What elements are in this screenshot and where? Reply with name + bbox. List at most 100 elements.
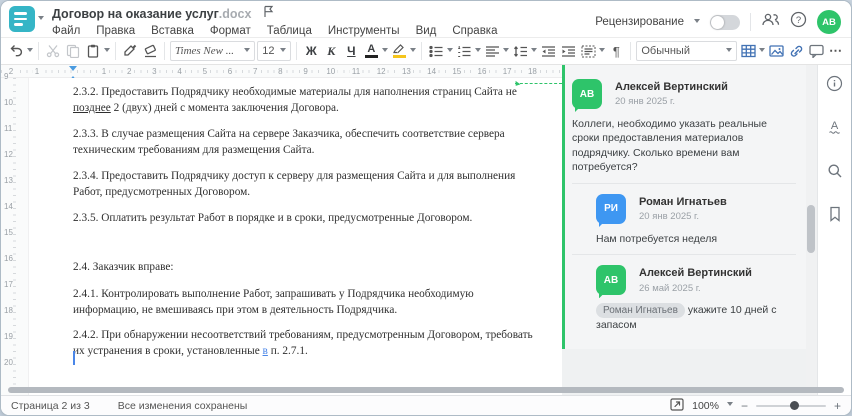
copy-style-button[interactable] [121,40,139,62]
comment-date: 26 май 2025 г. [639,282,701,294]
ruler-number: 12 [374,66,388,77]
review-caret-icon[interactable] [694,18,700,26]
document-info-icon[interactable] [826,75,843,97]
insert-table-button[interactable] [739,40,757,62]
toolbar-more-button[interactable]: ⋯ [827,40,845,62]
mention-chip[interactable]: Роман Игнатьев [596,303,685,319]
text-run: п. 2.7.1. [267,345,308,357]
undo-caret-icon[interactable] [27,47,33,55]
page-indicator[interactable]: Страница 2 из 3 [11,400,90,412]
increase-indent-button[interactable] [559,40,577,62]
zoom-in-button[interactable]: + [834,400,841,412]
insert-table-caret-icon[interactable] [759,47,765,55]
menu-item-1[interactable]: Файл [52,25,80,37]
paragraph[interactable]: 2.4. Заказчик вправе: [73,259,536,275]
paragraph-settings-caret-icon[interactable] [599,47,606,55]
insert-image-button[interactable] [767,40,785,62]
cut-button[interactable] [44,40,62,62]
highlight-caret-icon[interactable] [410,47,417,55]
comment-text: Нам потребуется неделя [596,232,718,245]
text-run: техническим требованиям для размещения С… [73,144,315,156]
comment-button[interactable] [807,40,825,62]
search-icon[interactable] [827,163,843,184]
insert-link-button[interactable] [787,40,805,62]
text-run: 2.3.2. Предоставить Подрядчику необходим… [73,86,517,98]
highlight-color-button[interactable] [390,40,408,62]
paste-button[interactable] [84,40,102,62]
ruler-number: 13 [399,66,413,77]
review-toggle[interactable] [710,14,740,30]
paragraph[interactable]: 2.3.4. Предоставить Подрядчику доступ к … [73,168,536,200]
app-logo-icon[interactable] [9,6,35,32]
spellcheck-icon[interactable]: A [826,119,843,141]
collaborators-icon[interactable] [761,12,780,32]
font-size-select[interactable]: 12 [257,41,292,61]
align-button[interactable] [483,40,501,62]
copy-button[interactable] [64,40,82,62]
paragraph[interactable]: 2.3.5. Оплатить результат Работ в порядк… [73,210,536,226]
paragraph-style-select[interactable]: Обычный [636,41,737,61]
font-name-select[interactable]: Times New ... [170,41,256,61]
clear-style-button[interactable] [141,40,159,62]
user-avatar[interactable]: АВ [817,10,841,34]
menu-item-3[interactable]: Вставка [151,25,194,37]
text-cursor [73,351,75,365]
decrease-indent-button[interactable] [539,40,557,62]
menu-item-8[interactable]: Справка [452,25,497,37]
vertical-scrollbar-thumb[interactable] [807,205,815,253]
font-color-caret-icon[interactable] [382,47,389,55]
bold-button[interactable]: Ж [302,40,320,62]
comment-item[interactable]: АВ Алексей Вертинский 20 янв 2025 г. Кол… [572,79,796,175]
bookmark-icon[interactable] [828,206,842,227]
font-color-button[interactable]: А [362,40,380,62]
horizontal-scrollbar-thumb[interactable] [8,387,844,393]
paragraph[interactable]: 2.3.3. В случае размещения Сайта на серв… [73,126,536,158]
paragraph-settings-button[interactable] [579,40,597,62]
paste-caret-icon[interactable] [104,47,110,55]
menu-item-6[interactable]: Инструменты [328,25,400,37]
svg-text:A: A [831,120,839,132]
line-spacing-caret-icon[interactable] [531,47,538,55]
top-bar: Договор на оказание услуг .docx Файл Прав… [1,1,851,37]
help-icon[interactable]: ? [790,11,807,33]
bullet-list-button[interactable] [427,40,445,62]
undo-button[interactable] [7,40,25,62]
paragraph[interactable]: 2.4.2. При обнаружении несоответствий тр… [73,327,536,359]
vertical-scrollbar[interactable] [806,65,817,395]
bullet-list-caret-icon[interactable] [447,47,454,55]
logo-menu-caret-icon[interactable] [38,16,44,23]
align-caret-icon[interactable] [503,47,510,55]
nonprinting-chars-button[interactable]: ¶ [607,40,625,62]
text-run: Работ, предусмотренных Договором. [73,186,251,198]
review-mode-label[interactable]: Рецензирование [595,16,684,28]
menu-item-7[interactable]: Вид [416,25,437,37]
numbered-list-caret-icon[interactable] [475,47,482,55]
comment-avatar: РИ [596,193,626,224]
line-spacing-button[interactable] [511,40,529,62]
menu-item-5[interactable]: Таблица [267,25,312,37]
menu-bar: Файл Правка Вставка Формат Таблица Инструмент… [52,25,498,37]
underline-button[interactable]: Ч [342,40,360,62]
zoom-caret-icon[interactable] [726,402,733,409]
italic-button[interactable]: К [322,40,340,62]
numbered-list-button[interactable] [455,40,473,62]
text-line: техническим требованиям для размещения С… [73,142,536,158]
paragraph[interactable]: 2.3.2. Предоставить Подрядчику необходим… [73,84,536,116]
status-bar: Страница 2 из 3 Все изменения сохранены … [1,395,851,415]
ruler-number: 17 [4,280,13,290]
comment-item[interactable]: АВ Алексей Вертинский 26 май 2025 г. Ром… [596,265,796,332]
zoom-out-button[interactable]: − [741,400,748,412]
zoom-value[interactable]: 100% [692,400,719,412]
zoom-slider[interactable] [755,401,826,410]
menu-item-2[interactable]: Правка [96,25,135,37]
document-page[interactable]: 2.3.2. Предоставить Подрядчику необходим… [29,78,562,395]
ruler-number: 11 [349,66,363,77]
comment-avatar: АВ [596,265,626,296]
fit-width-icon[interactable] [670,397,684,414]
flag-icon[interactable] [263,5,274,23]
comment-thread[interactable]: АВ Алексей Вертинский 20 янв 2025 г. Кол… [562,65,806,349]
menu-item-4[interactable]: Формат [210,25,251,37]
zoom-slider-handle[interactable] [789,401,799,410]
paragraph[interactable]: 2.4.1. Контролировать выполнение Работ, … [73,286,536,318]
comment-item[interactable]: РИ Роман Игнатьев 20 янв 2025 г. Нам пот… [596,193,796,246]
